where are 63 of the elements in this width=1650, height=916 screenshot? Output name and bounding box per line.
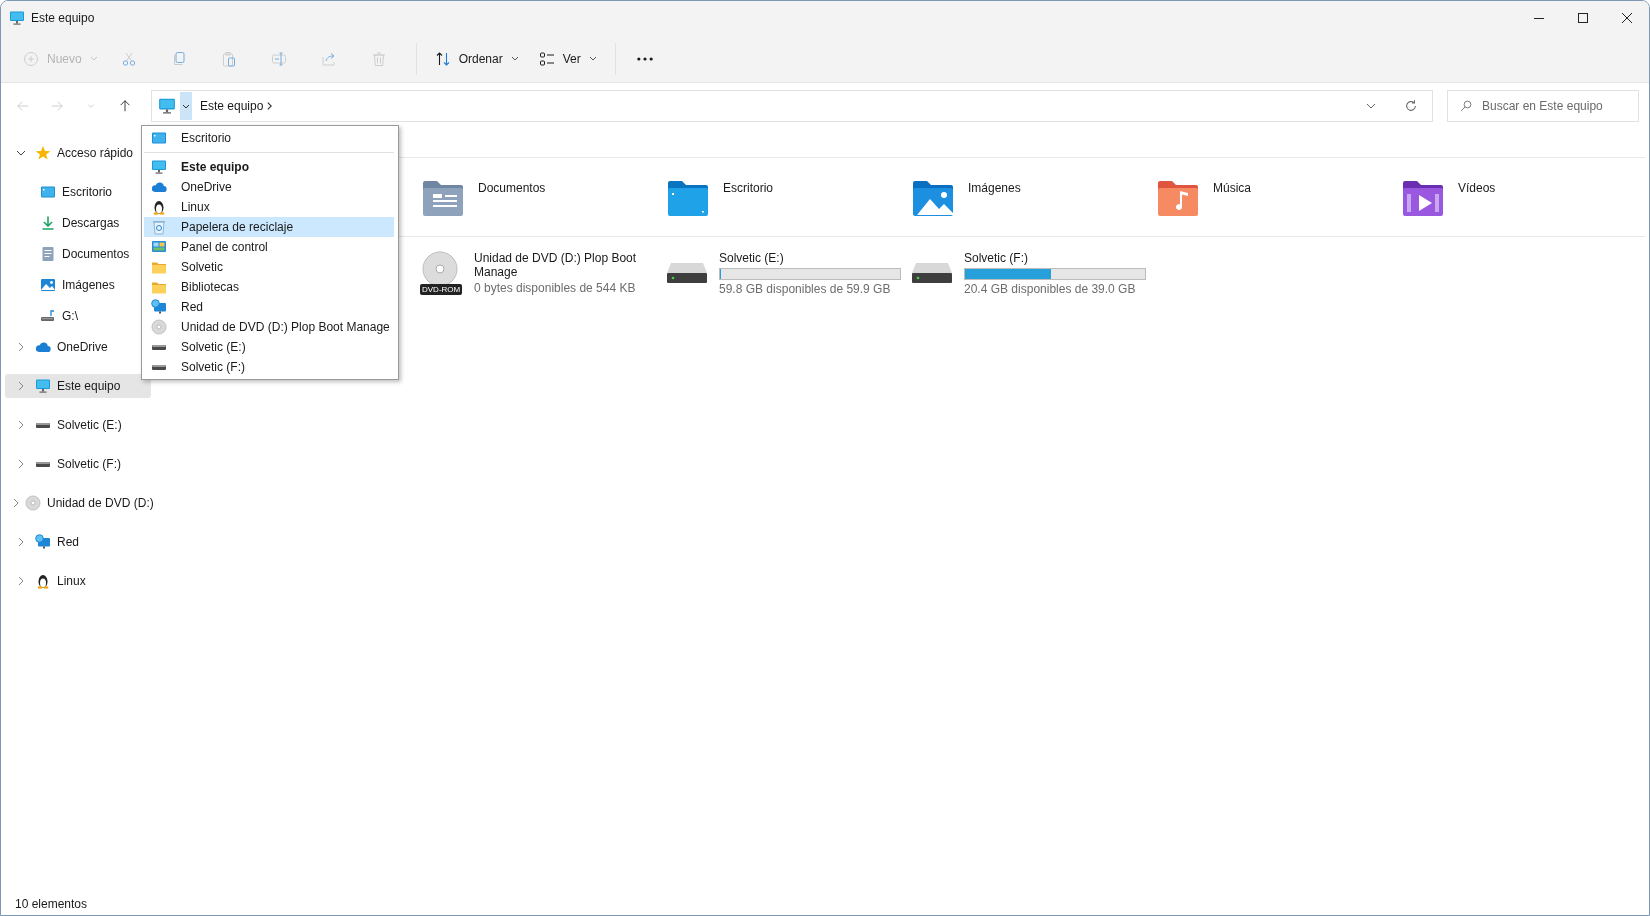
disc-icon <box>25 495 41 511</box>
sidebar-item[interactable]: Solvetic (E:) <box>5 413 151 437</box>
view-icon <box>538 50 555 67</box>
computer-icon <box>35 378 51 394</box>
computer-icon <box>151 159 167 175</box>
drive-icon <box>40 308 56 324</box>
free-space-text: 20.4 GB disponibles de 39.0 GB <box>964 282 1137 296</box>
caret-icon <box>510 56 519 61</box>
network-icon <box>35 534 51 550</box>
menu-item[interactable]: Solvetic (F:) <box>144 357 394 377</box>
caret-icon <box>588 56 597 61</box>
penguin-icon <box>151 199 167 215</box>
folder-label[interactable]: Escritorio <box>723 179 773 197</box>
maximize-icon <box>1578 13 1588 23</box>
drive-label[interactable]: Solvetic (E:) <box>719 251 901 265</box>
desktop-icon <box>40 184 56 200</box>
address-bar[interactable]: Este equipo <box>151 90 1433 122</box>
view-button[interactable]: Ver <box>530 41 605 76</box>
caret-icon <box>182 103 190 109</box>
computer-icon <box>158 97 176 115</box>
sort-button[interactable]: Ordenar <box>426 41 527 76</box>
chevron-icon <box>267 102 273 110</box>
folder-label[interactable]: Documentos <box>478 179 546 197</box>
control-panel-icon <box>151 239 167 255</box>
recycle-bin-icon <box>151 219 167 235</box>
menu-item[interactable]: Papelera de reciclaje <box>144 217 394 237</box>
location-dropdown-button[interactable] <box>180 92 192 120</box>
document-icon <box>40 246 56 262</box>
breadcrumb-link[interactable]: Este equipo <box>200 97 264 115</box>
disc-icon <box>151 319 167 335</box>
picture-icon <box>40 277 56 293</box>
hard-drive-icon <box>910 262 954 284</box>
minimize-icon <box>1534 17 1544 19</box>
item-count: 10 elementos <box>15 896 88 913</box>
caret-icon <box>89 56 98 61</box>
drive-label[interactable]: Unidad de DVD (D:) Plop Boot Manage <box>474 251 656 279</box>
computer-icon <box>9 10 25 26</box>
hard-drive-icon <box>665 262 709 284</box>
network-icon <box>151 299 167 315</box>
sidebar-item[interactable]: Solvetic (F:) <box>5 452 151 476</box>
window-title: Este equipo <box>31 10 95 27</box>
sidebar-item[interactable]: Este equipo <box>5 374 151 398</box>
folder-label[interactable]: Música <box>1213 179 1251 197</box>
free-space-text: 0 bytes disponibles de 544 KB <box>474 281 637 295</box>
close-icon <box>1622 13 1632 23</box>
free-space-text: 59.8 GB disponibles de 59.9 GB <box>719 282 892 296</box>
search-field[interactable]: Buscar en Este equipo <box>1447 90 1639 122</box>
search-icon <box>1460 100 1472 112</box>
sidebar-item[interactable]: Red <box>5 530 151 554</box>
folder-label[interactable]: Imágenes <box>968 179 1021 197</box>
sidebar-item[interactable]: Unidad de DVD (D:) <box>5 491 151 515</box>
drive-label[interactable]: Solvetic (F:) <box>964 251 1146 265</box>
penguin-icon <box>35 573 51 589</box>
new-icon <box>23 50 39 67</box>
star-icon <box>35 145 51 161</box>
download-icon <box>40 215 56 231</box>
refresh-icon <box>1404 99 1418 113</box>
desktop-icon <box>151 130 167 146</box>
dropdown-icon <box>1366 103 1376 109</box>
media-label: DVD-ROM <box>420 284 463 295</box>
sidebar-item[interactable]: Linux <box>5 569 151 593</box>
folder-label[interactable]: Vídeos <box>1458 179 1496 197</box>
sort-icon <box>434 50 451 67</box>
